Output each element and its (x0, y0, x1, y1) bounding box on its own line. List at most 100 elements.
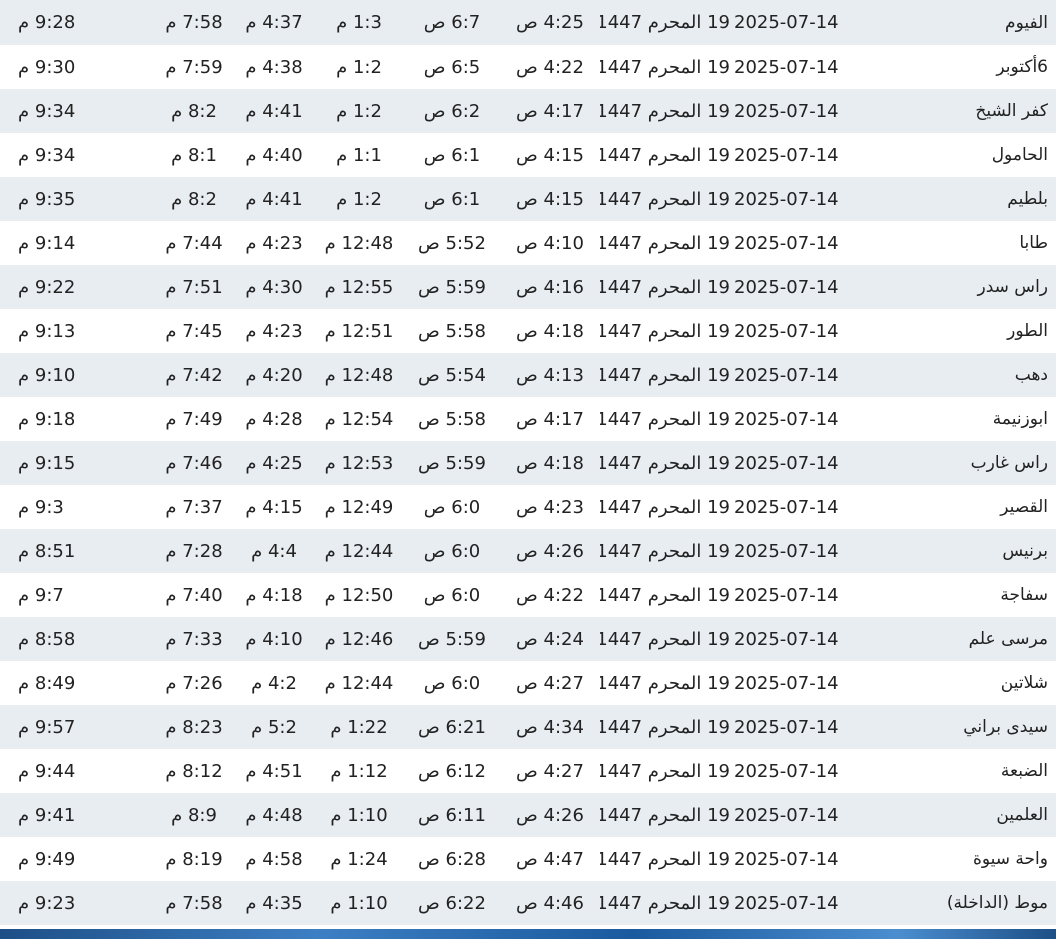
asr-time-cell: 4:58 م (245, 848, 303, 870)
asr-time-cell: 4:23 م (245, 320, 303, 342)
maghrib-time-cell: 8:1 م (171, 144, 217, 166)
table-row: شلاتين 2025-07-14 19 المحرم 1447 4:27 ص 6:0 … (0, 661, 1056, 705)
hijri-date-cell: 19 المحرم 1447 (600, 672, 730, 694)
hijri-date-cell: 19 المحرم 1447 (600, 628, 730, 650)
table-row: موط (الداخلة) 2025-07-14 19 المحرم 1447 4:4… (0, 881, 1056, 925)
asr-time-cell: 4:37 م (245, 12, 303, 33)
fajr-time-cell: 4:18 ص (516, 452, 584, 474)
sunrise-time-cell: 5:52 ص (418, 232, 486, 254)
isha-time-cell: 8:49 م (18, 672, 76, 694)
dhuhr-time-cell: 12:54 م (324, 408, 394, 430)
isha-time-cell: 9:35 م (18, 188, 76, 210)
maghrib-time-cell: 8:12 م (165, 760, 223, 782)
hijri-date-cell: 19 المحرم 1447 (600, 144, 730, 166)
isha-time-cell: 9:30 م (18, 56, 76, 78)
city-name-cell: مرسى علم (968, 629, 1048, 649)
dhuhr-time-cell: 12:49 م (324, 496, 394, 518)
dhuhr-time-cell: 1:2 م (336, 188, 382, 210)
gregorian-date-cell: 2025-07-14 (734, 584, 839, 606)
hijri-date-cell: 19 المحرم 1447 (600, 716, 730, 738)
hijri-date-cell: 19 المحرم 1447 (600, 320, 730, 342)
gregorian-date-cell: 2025-07-14 (734, 496, 839, 518)
bottom-scrollbar-strip (0, 929, 1056, 939)
sunrise-time-cell: 5:59 ص (418, 452, 486, 474)
city-name-cell: راس سدر (977, 277, 1048, 297)
asr-time-cell: 4:38 م (245, 56, 303, 78)
gregorian-date-cell: 2025-07-14 (734, 364, 839, 386)
fajr-time-cell: 4:16 ص (516, 276, 584, 298)
maghrib-time-cell: 7:42 م (165, 364, 223, 386)
asr-time-cell: 4:2 م (251, 672, 297, 694)
maghrib-time-cell: 7:58 م (165, 12, 223, 33)
maghrib-time-cell: 7:37 م (165, 496, 223, 518)
sunrise-time-cell: 6:0 ص (423, 584, 481, 606)
maghrib-time-cell: 7:28 م (165, 540, 223, 562)
maghrib-time-cell: 7:33 م (165, 628, 223, 650)
prayer-times-table-container: الفيوم 2025-07-14 19 المحرم 1447 4:25 ص 6:7 … (0, 0, 1056, 929)
dhuhr-time-cell: 1:1 م (336, 144, 382, 166)
maghrib-time-cell: 8:19 م (165, 848, 223, 870)
sunrise-time-cell: 6:12 ص (418, 760, 486, 782)
maghrib-time-cell: 8:2 م (171, 188, 217, 210)
hijri-date-cell: 19 المحرم 1447 (600, 56, 730, 78)
city-name-cell: الفيوم (1005, 12, 1048, 33)
isha-time-cell: 9:34 م (18, 100, 76, 122)
asr-time-cell: 4:48 م (245, 804, 303, 826)
asr-time-cell: 4:4 م (251, 540, 297, 562)
fajr-time-cell: 4:17 ص (516, 100, 584, 122)
dhuhr-time-cell: 12:55 م (324, 276, 394, 298)
asr-time-cell: 4:18 م (245, 584, 303, 606)
hijri-date-cell: 19 المحرم 1447 (600, 760, 730, 782)
city-name-cell: طابا (1019, 233, 1048, 253)
fajr-time-cell: 4:15 ص (516, 188, 584, 210)
sunrise-time-cell: 5:58 ص (418, 408, 486, 430)
maghrib-time-cell: 7:26 م (165, 672, 223, 694)
hijri-date-cell: 19 المحرم 1447 (600, 848, 730, 870)
gregorian-date-cell: 2025-07-14 (734, 540, 839, 562)
isha-time-cell: 9:57 م (18, 716, 76, 738)
maghrib-time-cell: 7:45 م (165, 320, 223, 342)
hijri-date-cell: 19 المحرم 1447 (600, 276, 730, 298)
fajr-time-cell: 4:26 ص (516, 540, 584, 562)
city-name-cell: راس غارب (970, 453, 1048, 473)
hijri-date-cell: 19 المحرم 1447 (600, 584, 730, 606)
table-row: راس غارب 2025-07-14 19 المحرم 1447 4:18 ص 5:… (0, 441, 1056, 485)
city-name-cell: كفر الشيخ (975, 101, 1048, 121)
fajr-time-cell: 4:27 ص (516, 672, 584, 694)
gregorian-date-cell: 2025-07-14 (734, 760, 839, 782)
table-row: ابوزنيمة 2025-07-14 19 المحرم 1447 4:17 ص 5:… (0, 397, 1056, 441)
table-row: بلطيم 2025-07-14 19 المحرم 1447 4:15 ص 6:1 ص… (0, 177, 1056, 221)
isha-time-cell: 9:41 م (18, 804, 76, 826)
hijri-date-cell: 19 المحرم 1447 (600, 452, 730, 474)
hijri-date-cell: 19 المحرم 1447 (600, 540, 730, 562)
fajr-time-cell: 4:24 ص (516, 628, 584, 650)
table-row: برنيس 2025-07-14 19 المحرم 1447 4:26 ص 6:0 ص… (0, 529, 1056, 573)
city-name-cell: العلمين (996, 805, 1048, 825)
asr-time-cell: 4:35 م (245, 892, 303, 914)
isha-time-cell: 9:13 م (18, 320, 76, 342)
fajr-time-cell: 4:47 ص (516, 848, 584, 870)
sunrise-time-cell: 6:2 ص (423, 100, 481, 122)
fajr-time-cell: 4:17 ص (516, 408, 584, 430)
isha-time-cell: 9:22 م (18, 276, 76, 298)
gregorian-date-cell: 2025-07-14 (734, 320, 839, 342)
gregorian-date-cell: 2025-07-14 (734, 56, 839, 78)
isha-time-cell: 8:51 م (18, 540, 76, 562)
dhuhr-time-cell: 1:10 م (330, 804, 388, 826)
asr-time-cell: 4:40 م (245, 144, 303, 166)
fajr-time-cell: 4:46 ص (516, 892, 584, 914)
sunrise-time-cell: 6:0 ص (423, 540, 481, 562)
isha-time-cell: 9:10 م (18, 364, 76, 386)
fajr-time-cell: 4:26 ص (516, 804, 584, 826)
maghrib-time-cell: 7:58 م (165, 892, 223, 914)
table-row: راس سدر 2025-07-14 19 المحرم 1447 4:16 ص 5:5… (0, 265, 1056, 309)
isha-time-cell: 9:44 م (18, 760, 76, 782)
table-row: 6أكتوبر 2025-07-14 19 المحرم 1447 4:22 ص 6:5… (0, 45, 1056, 89)
fajr-time-cell: 4:10 ص (516, 232, 584, 254)
table-row: الطور 2025-07-14 19 المحرم 1447 4:18 ص 5:58 … (0, 309, 1056, 353)
maghrib-time-cell: 7:49 م (165, 408, 223, 430)
isha-time-cell: 9:15 م (18, 452, 76, 474)
fajr-time-cell: 4:15 ص (516, 144, 584, 166)
hijri-date-cell: 19 المحرم 1447 (600, 892, 730, 914)
hijri-date-cell: 19 المحرم 1447 (600, 188, 730, 210)
